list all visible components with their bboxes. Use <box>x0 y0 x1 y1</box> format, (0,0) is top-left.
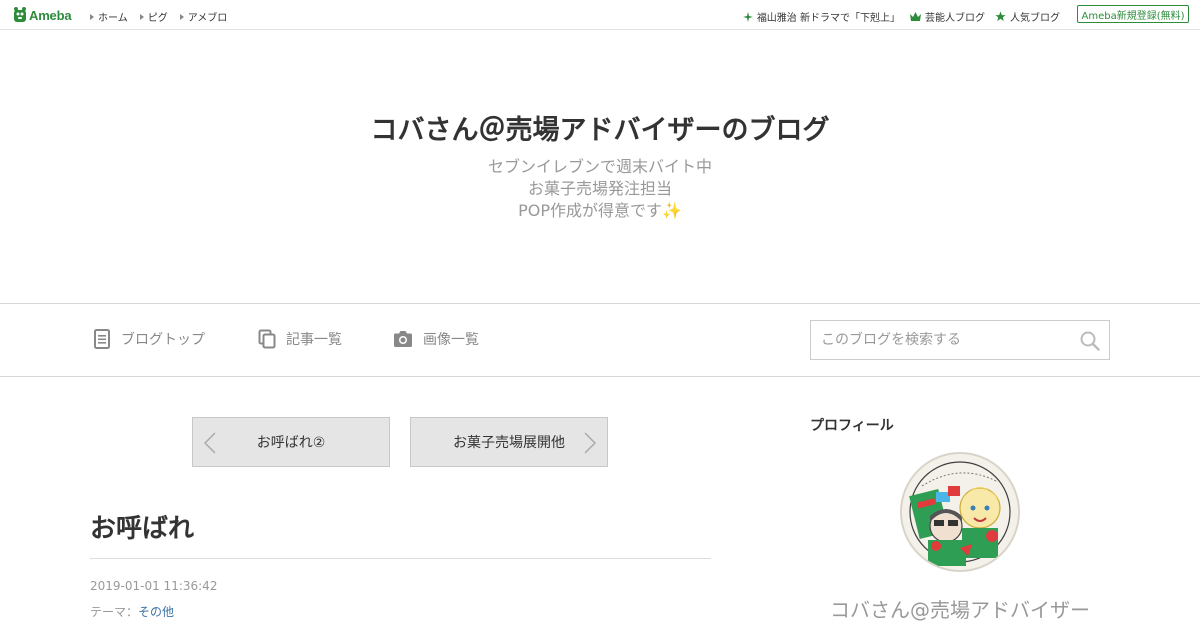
nav-entry-list[interactable]: 記事一覧 <box>258 329 342 349</box>
search-icon[interactable] <box>1079 330 1101 352</box>
nav-image-list[interactable]: 画像一覧 <box>393 329 479 349</box>
blog-description-line: POP作成が得意です✨ <box>518 201 682 220</box>
entry-title-divider <box>90 558 711 559</box>
triangle-right-icon <box>179 13 184 20</box>
next-entry-button[interactable]: お菓子売場展開他 <box>410 417 608 467</box>
crown-icon <box>910 12 921 21</box>
entry-theme: テーマ：その他 <box>90 603 174 620</box>
popular-blogs-link[interactable]: 人気ブログ <box>995 9 1060 24</box>
star-icon <box>995 11 1006 22</box>
blog-nav: ブログトップ 記事一覧 画像一覧 <box>0 303 1200 377</box>
blog-description-line: セブンイレブンで週末バイト中 <box>487 157 712 176</box>
blog-search <box>810 320 1110 360</box>
blog-title[interactable]: コバさん＠売場アドバイザーのブログ <box>0 108 1200 147</box>
trending-news-label: 福山雅治 新ドラマで「下剋上」 <box>756 13 900 24</box>
profile-avatar[interactable] <box>900 452 1020 572</box>
prev-entry-label: お呼ばれ② <box>256 435 326 451</box>
nav-image-list-label: 画像一覧 <box>423 332 479 348</box>
gnav-ameblo-label: アメブロ <box>187 13 228 24</box>
triangle-right-icon <box>139 13 144 20</box>
celebrity-blogs-link[interactable]: 芸能人ブログ <box>910 9 985 24</box>
header-right-links: 福山雅治 新ドラマで「下剋上」 芸能人ブログ 人気ブログ <box>742 9 1060 24</box>
prev-entry-button[interactable]: お呼ばれ② <box>192 417 390 467</box>
global-header: Ameba ホーム ピグ アメブロ 福山雅治 新ドラマで「下剋上」 芸能人ブログ… <box>0 0 1200 30</box>
signup-button[interactable]: Ameba新規登録(無料) <box>1077 5 1189 23</box>
popular-blogs-label: 人気ブログ <box>1010 13 1060 24</box>
copy-icon <box>258 329 276 349</box>
chevron-left-icon <box>203 432 216 454</box>
entry-date: 2019-01-01 11:36:42 <box>90 579 218 593</box>
nav-entry-list-label: 記事一覧 <box>286 332 342 348</box>
logo-text: Ameba <box>29 7 72 23</box>
document-icon <box>94 329 110 349</box>
trending-news-link[interactable]: 福山雅治 新ドラマで「下剋上」 <box>742 9 900 24</box>
gnav-ameblo[interactable]: アメブロ <box>179 9 228 24</box>
nav-blog-top[interactable]: ブログトップ <box>93 329 205 349</box>
celebrity-blogs-label: 芸能人ブログ <box>925 13 985 24</box>
gnav-pigg-label: ピグ <box>147 13 168 24</box>
entry-theme-prefix: テーマ： <box>90 605 139 619</box>
gnav-home[interactable]: ホーム <box>90 9 128 24</box>
entry-title[interactable]: お呼ばれ <box>90 508 194 545</box>
profile-name[interactable]: コバさん@売場アドバイザー <box>810 594 1110 623</box>
gnav-pigg[interactable]: ピグ <box>139 9 168 24</box>
blog-description-line: お菓子売場発注担当 <box>527 179 672 198</box>
camera-icon <box>394 331 412 347</box>
profile-heading: プロフィール <box>810 418 894 434</box>
blog-description: セブンイレブンで週末バイト中 お菓子売場発注担当 POP作成が得意です✨ <box>0 156 1200 222</box>
sparkle-icon <box>742 11 753 22</box>
chevron-right-icon <box>584 432 597 454</box>
ameba-logo-icon <box>14 7 26 22</box>
ameba-logo[interactable]: Ameba <box>13 6 72 24</box>
next-entry-label: お菓子売場展開他 <box>453 435 565 451</box>
nav-blog-top-label: ブログトップ <box>121 332 205 348</box>
triangle-right-icon <box>90 13 94 20</box>
search-input[interactable] <box>821 330 1071 350</box>
entry-theme-link[interactable]: その他 <box>138 605 174 619</box>
gnav-home-label: ホーム <box>98 13 128 24</box>
global-nav: ホーム ピグ アメブロ <box>90 9 227 24</box>
